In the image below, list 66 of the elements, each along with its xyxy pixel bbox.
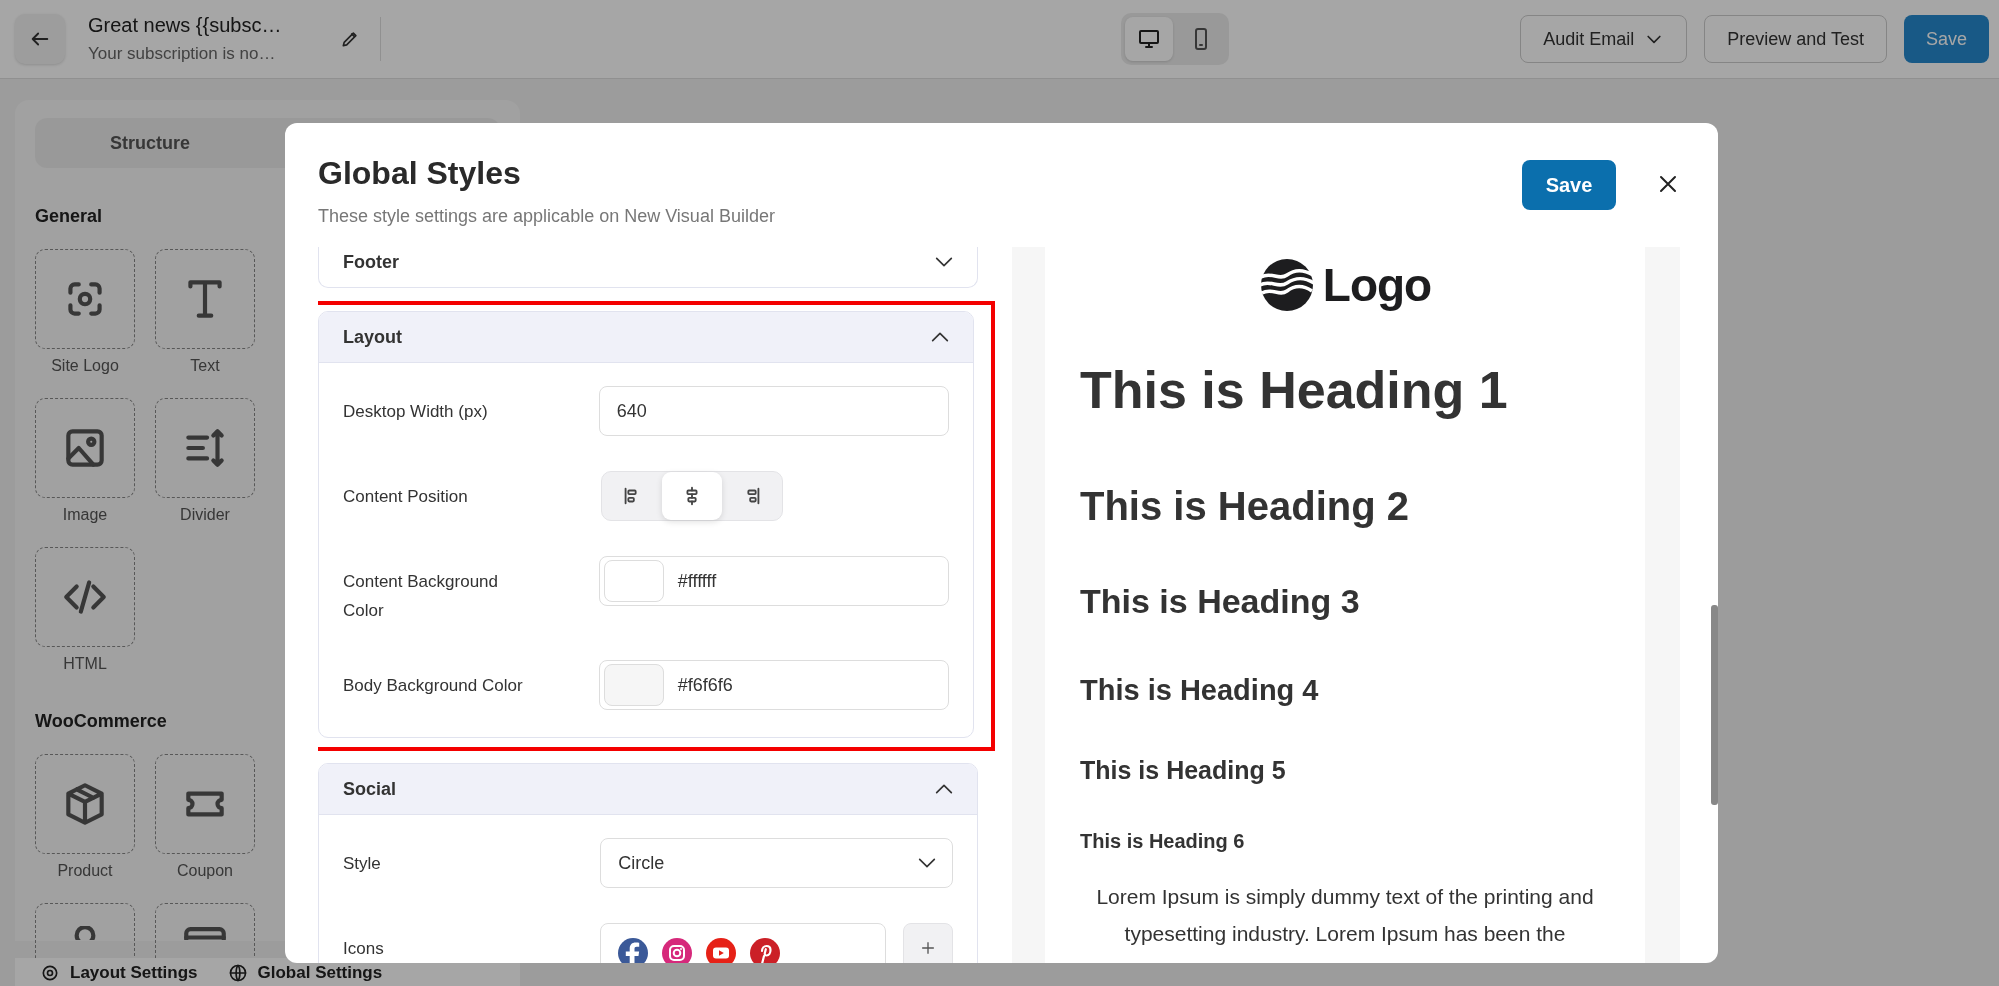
accordion-title: Layout — [343, 326, 402, 348]
back-button[interactable] — [15, 14, 65, 64]
accordion-title: Social — [343, 778, 397, 800]
scrollbar-thumb[interactable] — [1711, 605, 1718, 805]
accordion-header[interactable]: Social — [319, 764, 977, 815]
facebook-icon[interactable] — [617, 937, 649, 963]
field-label: Content Background Color — [343, 571, 499, 622]
preview-button[interactable]: Preview and Test — [1704, 15, 1887, 63]
accordion-title: Footer — [343, 251, 399, 273]
field-label: Content Position — [343, 486, 469, 508]
tile-label: HTML — [63, 655, 107, 673]
tile-label: Divider — [180, 506, 230, 524]
tile-label: Text — [190, 357, 220, 375]
footer-link[interactable]: Layout Settings — [40, 961, 198, 985]
tile-label: Coupon — [176, 862, 233, 880]
field-label: Icons — [343, 938, 385, 960]
heading-text: This is Heading 6 — [1080, 830, 1246, 853]
device-button[interactable] — [1125, 17, 1173, 61]
pencil-icon — [340, 29, 360, 49]
heading-text: This is Heading 5 — [1080, 756, 1287, 785]
tile-label: Image — [62, 506, 108, 524]
footer-link[interactable]: Global Settings — [227, 961, 383, 985]
dialog-title: Global Styles — [318, 155, 522, 192]
gear-icon — [40, 963, 60, 983]
section-heading: WooCommerce — [35, 711, 167, 732]
block-tile[interactable] — [155, 398, 255, 498]
tile-label: Site Logo — [51, 357, 119, 375]
save-button[interactable]: Save — [1522, 160, 1616, 210]
tab[interactable]: Structure — [35, 118, 265, 168]
field-label: Desktop Width (px) — [343, 401, 489, 423]
block-tile[interactable] — [155, 249, 255, 349]
block-tile[interactable] — [35, 754, 135, 854]
logo-text: Logo — [1322, 258, 1432, 312]
color-field[interactable]: #f6f6f6 — [598, 660, 949, 710]
instagram-icon[interactable] — [661, 937, 693, 963]
logo-icon — [1258, 257, 1315, 313]
color-swatch[interactable] — [603, 664, 664, 706]
heading-text: This is Heading 4 — [1080, 674, 1320, 707]
heading-text: This is Heading 3 — [1080, 582, 1361, 621]
text-field[interactable]: 640 — [598, 386, 949, 436]
heading-text: This is Heading 2 — [1080, 484, 1410, 529]
block-tile[interactable] — [35, 249, 135, 349]
desktop-icon — [1137, 27, 1161, 51]
field-label: Body Background Color — [343, 675, 524, 697]
align-option[interactable] — [662, 472, 722, 520]
accordion-header[interactable]: Layout — [319, 312, 973, 363]
email-title: Great news {{subsc… — [88, 14, 283, 37]
field-label: Style — [343, 853, 382, 875]
youtube-icon[interactable] — [705, 937, 737, 963]
globe-icon — [227, 963, 248, 983]
paragraph-text: Lorem Ipsum is simply dummy text of the printing and typesetting industry. Lorem Ipsum has been the — [1095, 884, 1595, 947]
block-tile[interactable] — [155, 754, 255, 854]
color-swatch[interactable] — [603, 560, 664, 602]
section-heading: General — [35, 206, 103, 227]
accordion-header[interactable]: Footer — [319, 247, 977, 287]
block-tile[interactable] — [35, 398, 135, 498]
dropdown-button[interactable]: Audit Email — [1520, 15, 1688, 63]
block-tile[interactable] — [35, 547, 135, 647]
heading-text: This is Heading 1 — [1080, 360, 1509, 420]
style-dropdown[interactable]: Circle — [600, 838, 953, 888]
edit-button[interactable] — [340, 29, 360, 49]
tile-label: Product — [57, 862, 113, 880]
email-subject: Your subscription is no… — [88, 44, 277, 64]
pinterest-icon[interactable] — [749, 937, 781, 963]
dialog-subtitle: These style settings are applicable on New Visual Builder — [318, 206, 776, 227]
color-field[interactable]: #ffffff — [598, 556, 949, 606]
